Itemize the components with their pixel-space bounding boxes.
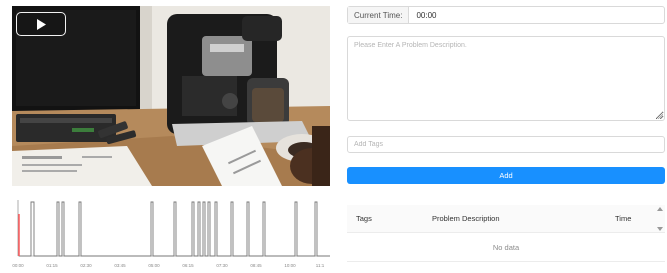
table-scrollbar[interactable] — [655, 205, 665, 233]
problems-table: Tags Problem Description Time No data — [347, 205, 665, 263]
timeline-tick-label: 05:00 — [148, 263, 160, 268]
timeline-tick-label: 11:1 — [316, 263, 325, 268]
column-header-time[interactable]: Time — [615, 214, 655, 223]
scroll-up-icon[interactable] — [657, 206, 663, 211]
add-tags-input[interactable] — [347, 136, 665, 153]
video-player[interactable] — [12, 6, 330, 186]
timeline-tick-label: 10:00 — [284, 263, 296, 268]
timeline-tick-label: 00:00 — [12, 263, 24, 268]
resize-grip-icon[interactable] — [657, 113, 663, 119]
current-time-field: Current Time: 00:00 — [347, 6, 665, 24]
timeline-tick-label: 07:30 — [216, 263, 228, 268]
problem-timeline[interactable]: 00:00 01:15 02:30 03:45 05:00 06:15 07:30 08:45… — [12, 194, 330, 270]
play-icon — [37, 18, 46, 30]
timeline-tick-label: 02:30 — [80, 263, 92, 268]
table-header: Tags Problem Description Time — [347, 205, 665, 233]
problem-description-input[interactable] — [347, 36, 665, 121]
table-empty-state: No data — [347, 233, 665, 262]
scroll-down-icon[interactable] — [657, 226, 663, 231]
current-time-value: 00:00 — [416, 10, 437, 20]
timeline-tick-label: 06:15 — [182, 263, 194, 268]
timeline-tick-label: 01:15 — [46, 263, 58, 268]
timeline-tick-label: 03:45 — [114, 263, 126, 268]
column-header-problem-description[interactable]: Problem Description — [423, 214, 615, 223]
timeline-trace — [19, 201, 330, 257]
add-button[interactable]: Add — [347, 167, 665, 184]
column-header-tags[interactable]: Tags — [347, 214, 423, 223]
timeline-tick-label: 08:45 — [250, 263, 262, 268]
current-time-label: Current Time: — [348, 7, 410, 23]
play-button[interactable] — [16, 12, 66, 36]
timeline-ticks: 00:00 01:15 02:30 03:45 05:00 06:15 07:30 08:45… — [12, 263, 324, 268]
